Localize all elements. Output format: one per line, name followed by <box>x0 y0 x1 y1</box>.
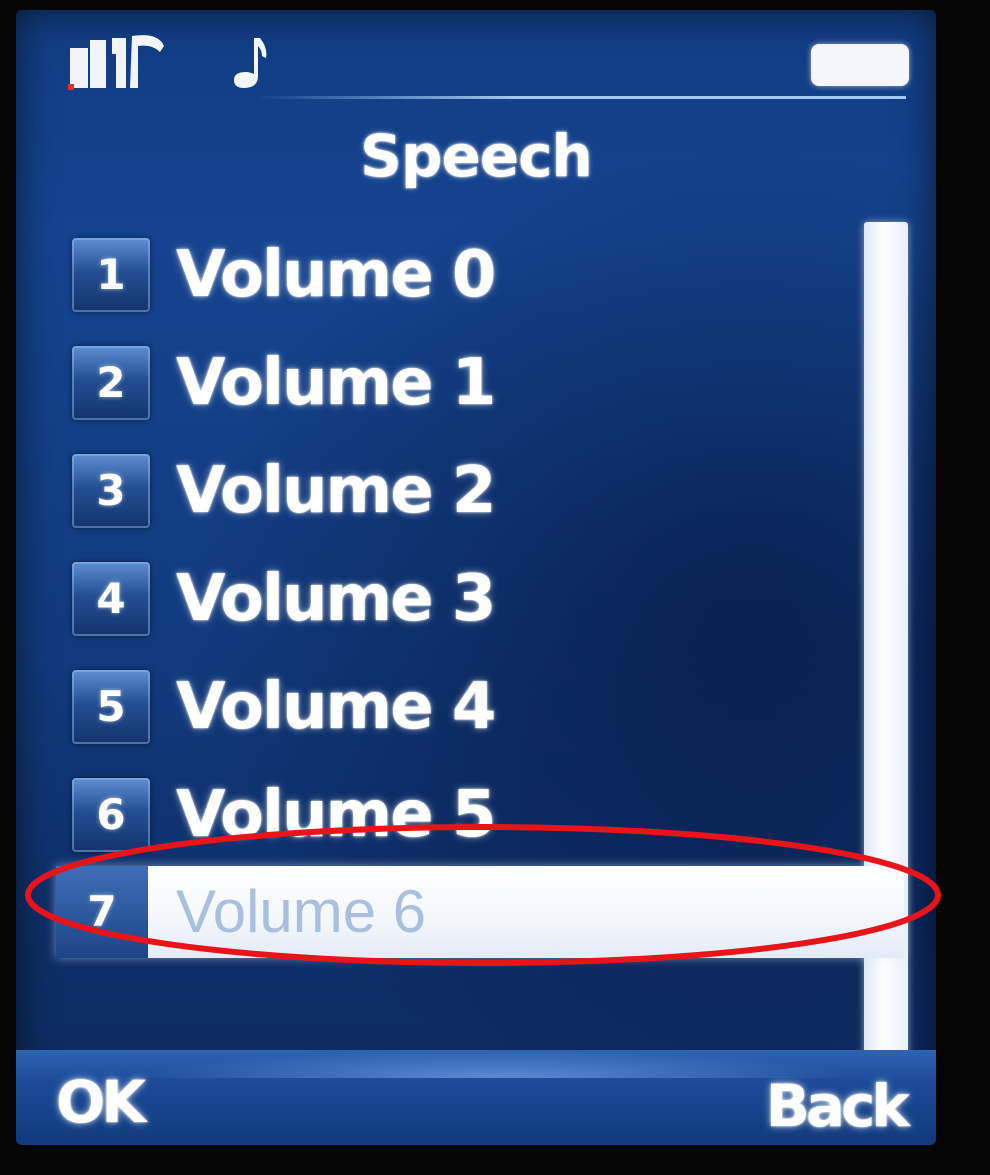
item-label: Volume 2 <box>176 454 496 528</box>
item-label: Volume 4 <box>176 670 496 744</box>
menu-item-volume-3[interactable]: 4 Volume 3 <box>16 542 876 650</box>
item-label: Volume 1 <box>176 346 496 420</box>
item-number: 5 <box>96 682 126 731</box>
status-bar <box>16 10 936 99</box>
item-number: 6 <box>96 790 126 839</box>
battery-icon <box>811 44 909 86</box>
item-label: Volume 0 <box>176 238 496 312</box>
item-label: Volume 3 <box>176 562 496 636</box>
number-badge: 6 <box>72 778 150 852</box>
menu-item-volume-4[interactable]: 5 Volume 4 <box>16 650 876 758</box>
status-divider <box>256 96 906 99</box>
page-title: Speech <box>360 122 593 190</box>
item-number: 7 <box>87 887 117 936</box>
item-number: 2 <box>96 358 126 407</box>
number-badge: 1 <box>72 238 150 312</box>
item-label: Volume 5 <box>176 778 496 852</box>
number-badge: 2 <box>72 346 150 420</box>
softkey-bar-glow <box>136 1050 856 1078</box>
menu-item-volume-2[interactable]: 3 Volume 2 <box>16 434 876 542</box>
ok-softkey[interactable]: OK <box>56 1068 146 1136</box>
item-number: 3 <box>96 466 126 515</box>
signal-strength-icon <box>68 35 164 90</box>
phone-screen: Speech 1 Volume 0 2 Volume 1 3 Volume 2 … <box>16 10 936 1145</box>
item-label: Volume 6 <box>176 878 427 945</box>
back-softkey[interactable]: Back <box>766 1072 910 1140</box>
music-note-icon <box>234 38 267 88</box>
number-badge: 7 <box>56 866 148 958</box>
item-number: 1 <box>96 250 126 299</box>
number-badge: 5 <box>72 670 150 744</box>
menu-item-volume-6[interactable]: 7 Volume 6 <box>16 850 904 958</box>
menu-item-volume-0[interactable]: 1 Volume 0 <box>16 218 876 326</box>
number-badge: 4 <box>72 562 150 636</box>
item-number: 4 <box>96 574 126 623</box>
menu-item-volume-1[interactable]: 2 Volume 1 <box>16 326 876 434</box>
number-badge: 3 <box>72 454 150 528</box>
